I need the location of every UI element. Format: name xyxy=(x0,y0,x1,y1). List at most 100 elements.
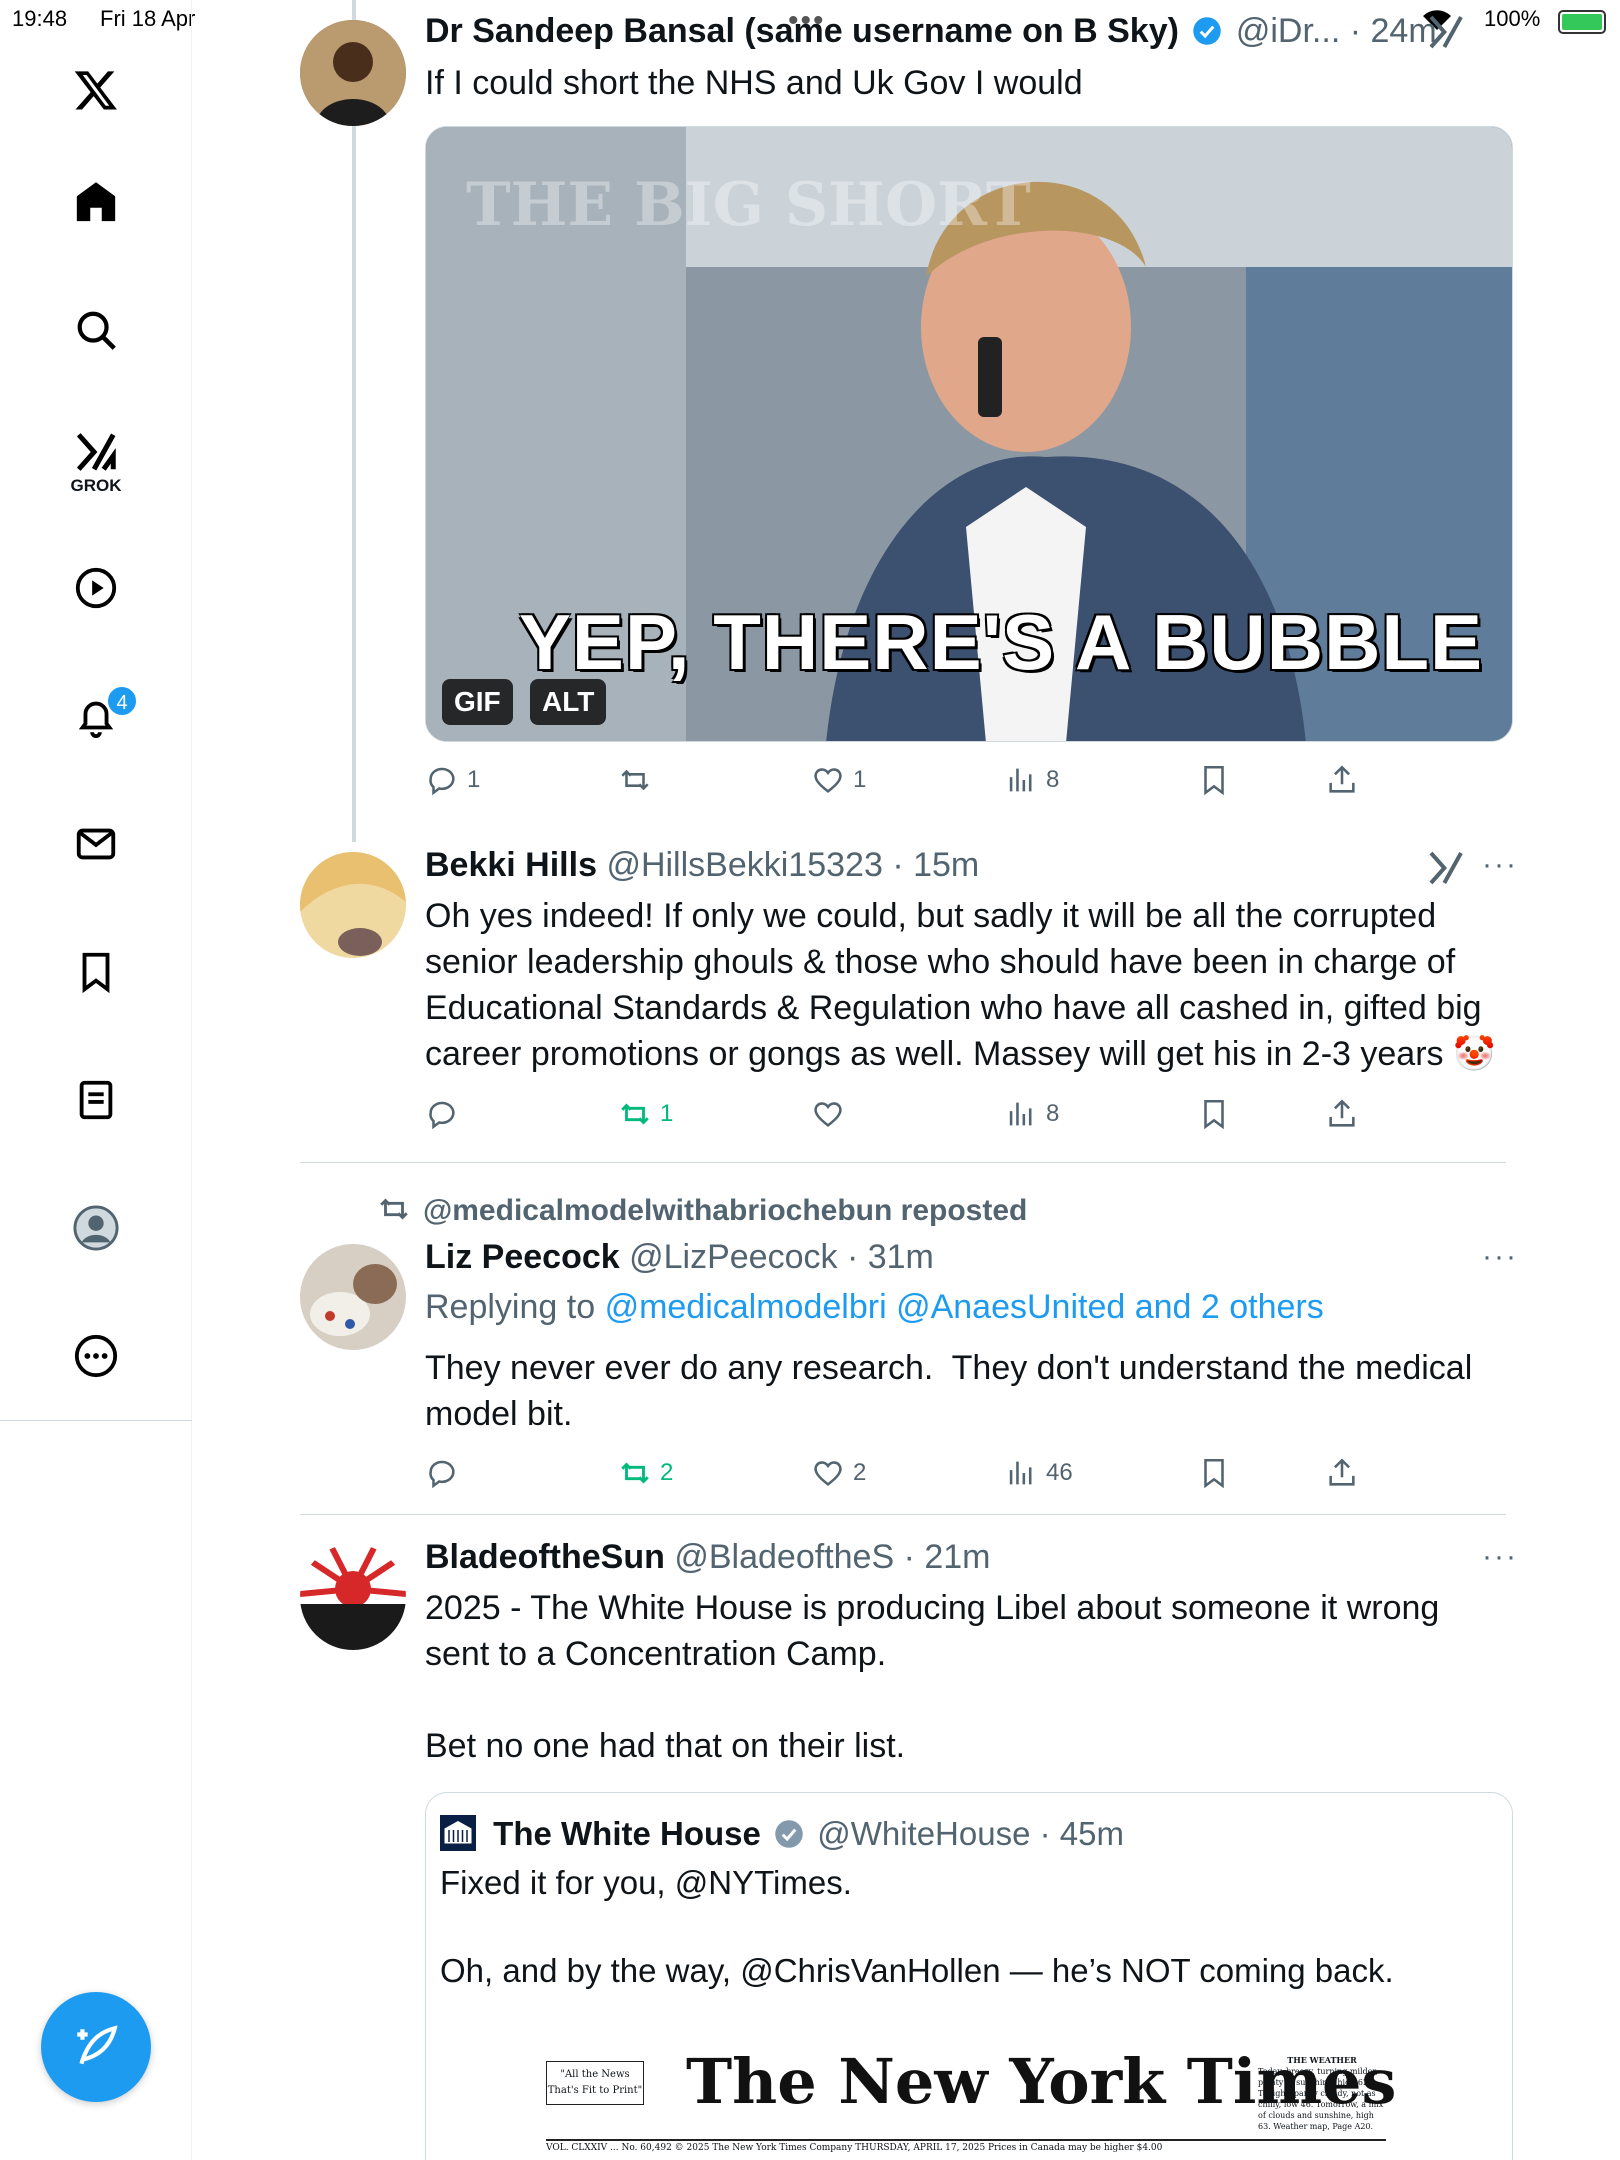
quote-header: The White House @WhiteHouse · 45m xyxy=(440,1815,1124,1853)
like-button[interactable] xyxy=(811,1092,853,1136)
share-icon xyxy=(1329,765,1355,793)
compose-post-button[interactable] xyxy=(41,1992,151,2102)
views-button[interactable]: 8 xyxy=(1004,758,1059,802)
bookmark-icon xyxy=(1204,765,1224,796)
post-time[interactable]: · 31m xyxy=(847,1238,934,1276)
author-handle[interactable]: @HillsBekki15323 xyxy=(606,846,882,884)
nyt-rule xyxy=(546,2139,1386,2141)
watermark-logo: THE BIG SHORT xyxy=(466,170,1031,240)
tweet-header: Bekki Hills @HillsBekki15323 · 15m xyxy=(425,846,979,885)
tweet-text: If I could short the NHS and Uk Gov I wo… xyxy=(425,64,1083,102)
nyt-dateline: VOL. CLXXIV ... No. 60,492 © 2025 The Ne… xyxy=(546,2143,1163,2153)
like-count: 2 xyxy=(853,1459,867,1486)
repost-count: 2 xyxy=(660,1459,674,1486)
quoted-tweet[interactable]: The White House @WhiteHouse · 45m Fixed … xyxy=(425,1792,1513,2160)
quote-author-handle: @WhiteHouse xyxy=(817,1815,1031,1852)
x-logo-icon[interactable] xyxy=(66,60,126,120)
post-time[interactable]: · 21m xyxy=(904,1538,991,1576)
repost-attribution[interactable]: @medicalmodelwithabriochebun reposted xyxy=(377,1192,1027,1228)
bookmark-icon xyxy=(1204,1099,1224,1130)
messages-icon[interactable] xyxy=(66,814,126,874)
lists-icon[interactable] xyxy=(66,1070,126,1130)
views-icon xyxy=(1009,1461,1032,1485)
reply-count: 1 xyxy=(467,766,481,793)
tweet-header: Liz Peecock @LizPeecock · 31m xyxy=(425,1238,934,1277)
nyt-weather-title: THE WEATHER xyxy=(1287,2055,1357,2065)
share-button[interactable] xyxy=(1325,1451,1367,1495)
repost-icon xyxy=(621,1103,649,1125)
bookmarks-icon[interactable] xyxy=(66,942,126,1002)
more-options-icon[interactable]: ··· xyxy=(1482,1240,1518,1274)
grok-icon[interactable] xyxy=(66,422,126,482)
like-button[interactable]: 1 xyxy=(811,758,866,802)
grok-explain-icon[interactable] xyxy=(1424,848,1468,888)
grok-label: GROK xyxy=(70,476,122,495)
timeline: Dr Sandeep Bansal (same username on B Sk… xyxy=(192,0,1620,2160)
views-button[interactable]: 46 xyxy=(1004,1451,1073,1495)
more-options-icon[interactable]: ··· xyxy=(1482,848,1518,882)
share-button[interactable] xyxy=(1325,1092,1367,1136)
quote-time: · 45m xyxy=(1039,1815,1124,1852)
avatar[interactable] xyxy=(300,20,406,126)
thread-connector xyxy=(352,0,356,842)
views-button[interactable]: 8 xyxy=(1004,1092,1059,1136)
gov-verified-badge-icon xyxy=(775,1820,803,1848)
side-nav: GROK 4 xyxy=(0,0,192,2160)
repost-icon xyxy=(380,1198,408,1220)
bookmark-button[interactable] xyxy=(1197,758,1239,802)
bookmark-button[interactable] xyxy=(1197,1092,1239,1136)
reply-icon xyxy=(429,1101,455,1130)
avatar[interactable] xyxy=(300,1544,406,1650)
tweet-actions: 1 8 xyxy=(425,1092,1575,1136)
gif-media[interactable]: THE BIG SHORT YEP, THERE'S A BUBBLE GIF … xyxy=(425,126,1513,742)
author-handle[interactable]: @LizPeecock xyxy=(629,1238,837,1276)
author-name[interactable]: BladeoftheSun xyxy=(425,1538,665,1576)
reply-button[interactable] xyxy=(425,1451,467,1495)
home-icon[interactable] xyxy=(66,172,126,232)
like-button[interactable]: 2 xyxy=(811,1451,866,1495)
avatar[interactable] xyxy=(300,1244,406,1350)
reply-icon xyxy=(429,767,455,796)
post-time[interactable]: · 15m xyxy=(892,846,979,884)
nyt-front-page-image: "All the News That's Fit to Print" The N… xyxy=(546,2045,1396,2160)
reply-button[interactable] xyxy=(425,1092,467,1136)
views-count: 46 xyxy=(1046,1459,1073,1486)
profile-icon[interactable] xyxy=(66,1198,126,1258)
reply-button[interactable]: 1 xyxy=(425,758,480,802)
views-count: 8 xyxy=(1046,766,1060,793)
alt-text-button[interactable]: ALT xyxy=(530,679,607,725)
repost-button[interactable]: 2 xyxy=(618,1451,673,1495)
bookmark-button[interactable] xyxy=(1197,1451,1239,1495)
author-handle[interactable]: @BladeoftheS xyxy=(674,1538,894,1576)
author-handle[interactable]: @iDr... xyxy=(1236,12,1340,50)
verified-badge-icon xyxy=(1193,17,1222,45)
author-name[interactable]: Bekki Hills xyxy=(425,846,597,884)
like-icon xyxy=(814,1461,842,1486)
repost-button[interactable] xyxy=(618,758,660,802)
share-icon xyxy=(1329,1099,1355,1127)
repost-label: @medicalmodelwithabriochebun reposted xyxy=(423,1194,1028,1227)
quote-author-name: The White House xyxy=(493,1815,761,1852)
notifications-badge: 4 xyxy=(106,685,138,717)
more-options-icon[interactable] xyxy=(66,1326,126,1386)
search-icon[interactable] xyxy=(66,300,126,360)
views-icon xyxy=(1009,1102,1032,1126)
views-count: 8 xyxy=(1046,1100,1060,1127)
avatar[interactable] xyxy=(300,852,406,958)
nav-divider xyxy=(0,1420,192,1421)
gif-caption: YEP, THERE'S A BUBBLE xyxy=(518,598,1484,686)
author-name[interactable]: Liz Peecock xyxy=(425,1238,620,1276)
tweet-actions: 2 2 46 xyxy=(425,1451,1575,1495)
replying-to-links[interactable]: @medicalmodelbri @AnaesUnited and 2 othe… xyxy=(605,1288,1324,1326)
video-icon[interactable] xyxy=(66,558,126,618)
tweet-actions: 1 1 8 xyxy=(425,758,1575,802)
share-button[interactable] xyxy=(1325,758,1367,802)
replying-prefix: Replying to xyxy=(425,1288,596,1326)
repost-button[interactable]: 1 xyxy=(618,1092,673,1136)
tweet-text: 2025 - The White House is producing Libe… xyxy=(425,1589,1440,1765)
grok-explain-icon[interactable] xyxy=(1424,12,1468,52)
tweet-header: Dr Sandeep Bansal (same username on B Sk… xyxy=(425,12,1437,51)
author-name[interactable]: Dr Sandeep Bansal (same username on B Sk… xyxy=(425,12,1179,50)
like-icon xyxy=(814,1102,842,1127)
more-options-icon[interactable]: ··· xyxy=(1482,1540,1518,1574)
